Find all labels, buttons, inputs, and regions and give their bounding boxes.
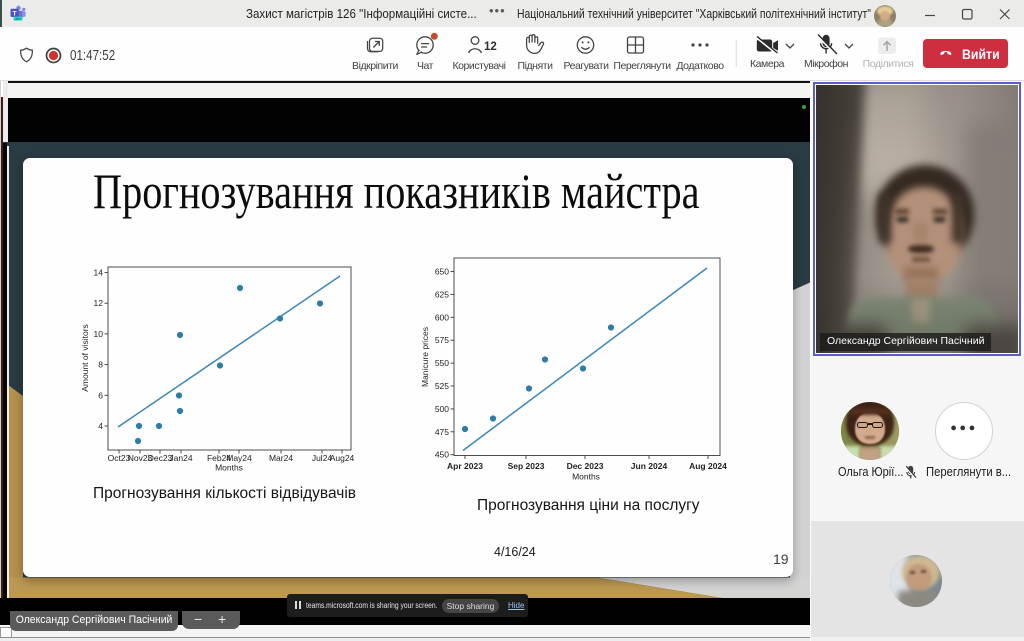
svg-text:6: 6 [98, 390, 103, 400]
svg-text:12: 12 [94, 298, 104, 308]
svg-text:500: 500 [435, 404, 449, 414]
svg-text:Apr 2023: Apr 2023 [447, 461, 483, 471]
svg-text:Jan24: Jan24 [169, 453, 192, 463]
svg-text:600: 600 [435, 312, 449, 322]
svg-text:May24: May24 [226, 453, 252, 463]
svg-text:450: 450 [435, 450, 449, 460]
svg-text:575: 575 [435, 335, 449, 345]
svg-text:8: 8 [98, 360, 103, 370]
svg-text:Aug 2024: Aug 2024 [689, 461, 727, 471]
svg-text:625: 625 [435, 289, 449, 299]
svg-text:550: 550 [435, 358, 449, 368]
svg-text:Manicure prices: Manicure prices [420, 327, 430, 387]
svg-text:475: 475 [435, 427, 449, 437]
svg-text:Jun 2024: Jun 2024 [631, 461, 668, 471]
svg-text:525: 525 [435, 381, 449, 391]
svg-text:Sep 2023: Sep 2023 [508, 461, 545, 471]
svg-text:Dec 2023: Dec 2023 [567, 461, 604, 471]
svg-text:Months: Months [215, 463, 243, 473]
svg-text:4: 4 [98, 421, 103, 431]
svg-text:Amount of visitors: Amount of visitors [80, 324, 90, 392]
svg-text:650: 650 [435, 267, 449, 277]
svg-text:Months: Months [572, 472, 600, 482]
svg-text:10: 10 [94, 329, 104, 339]
svg-text:Mar24: Mar24 [269, 453, 293, 463]
svg-text:14: 14 [94, 268, 104, 278]
svg-text:Aug24: Aug24 [330, 453, 355, 463]
